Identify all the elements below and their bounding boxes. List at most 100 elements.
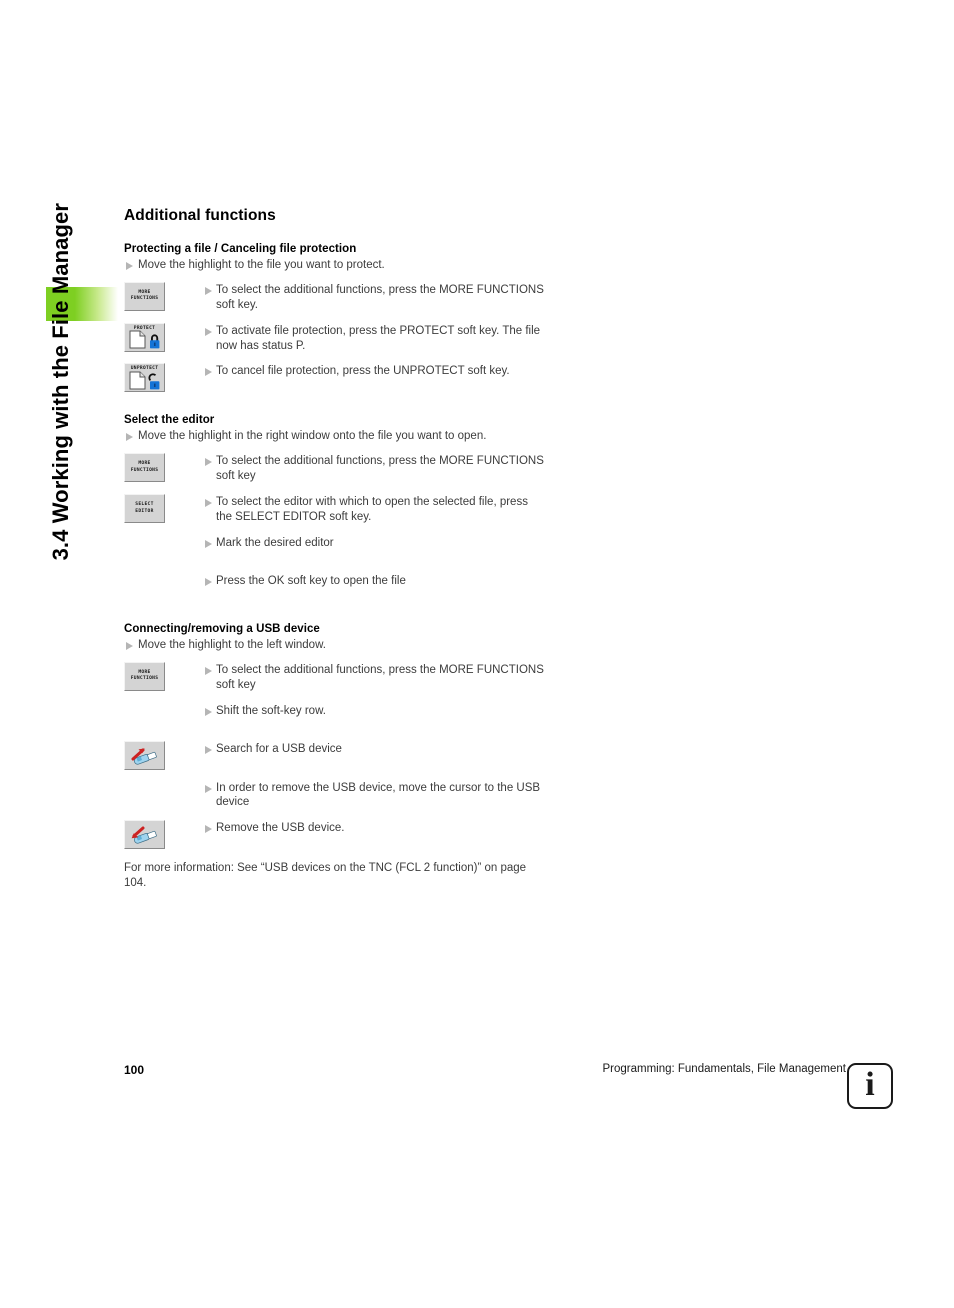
bullet-triangle-icon — [205, 458, 212, 467]
footer-caption: Programming: Fundamentals, File Manageme… — [602, 1063, 846, 1075]
softkey-description: To select the additional functions, pres… — [205, 660, 544, 693]
lead-bullet-text: Move the highlight to the file you want … — [138, 259, 385, 271]
info-glyph: i — [865, 1066, 875, 1103]
step-row: Mark the desired editor — [124, 533, 544, 563]
chapter-title: 3.4 Working with the File Manager — [48, 202, 73, 560]
softkey-cell: PROTECT — [124, 321, 205, 352]
section-protecting-a-file: Protecting a file / Canceling file prote… — [124, 243, 544, 393]
bullet-triangle-icon — [205, 327, 212, 336]
softkey-more-functions[interactable]: MORE FUNCTIONS — [124, 453, 165, 483]
softkey-label: SELECT EDITOR — [135, 501, 154, 514]
bullet-triangle-icon — [126, 262, 133, 270]
softkey-description-text: Remove the USB device. — [216, 822, 345, 835]
softkey-row: MORE FUNCTIONS To select the additional … — [124, 280, 544, 313]
step-row: Shift the soft-key row. — [124, 701, 544, 731]
softkey-description-text: To activate file protection, press the P… — [216, 324, 541, 352]
softkey-cell: MORE FUNCTIONS — [124, 280, 205, 311]
softkey-cell-empty — [124, 571, 205, 573]
softkey-usb-connect[interactable] — [124, 740, 165, 770]
softkey-cell-empty — [124, 778, 205, 780]
softkey-label: MORE FUNCTIONS — [130, 461, 159, 473]
softkey-description: To cancel file protection, press the UNP… — [205, 361, 544, 379]
subsection-heading: Select the editor — [124, 414, 215, 427]
softkey-description: To select the additional functions, pres… — [205, 451, 544, 484]
page-number: 100 — [124, 1063, 145, 1077]
softkey-protect[interactable]: PROTECT — [124, 322, 165, 352]
bullet-triangle-icon — [205, 825, 212, 834]
step-description: Shift the soft-key row. — [205, 701, 544, 719]
lead-bullet: Move the highlight in the right window o… — [124, 429, 544, 444]
usb-connect-icon — [125, 745, 164, 765]
lead-bullet-text: Move the highlight to the left window. — [138, 638, 326, 651]
lead-bullet: Move the highlight to the file you want … — [124, 258, 544, 273]
softkey-row: MORE FUNCTIONS To select the additional … — [124, 451, 544, 484]
softkey-description: To activate file protection, press the P… — [205, 321, 544, 354]
softkey-description-text: Search for a USB device — [216, 742, 342, 755]
bullet-triangle-icon — [205, 499, 212, 508]
softkey-label: MORE FUNCTIONS — [130, 289, 159, 302]
bullet-triangle-icon — [205, 745, 212, 754]
softkey-row: Remove the USB device. — [124, 818, 544, 850]
softkey-more-functions[interactable]: MORE FUNCTIONS — [124, 661, 165, 691]
softkey-row: PROTECT To activate file protection, pre… — [124, 321, 544, 354]
section-select-the-editor: Select the editor Move the highlight in … — [124, 414, 544, 600]
step-row: Press the OK soft key to open the file — [124, 571, 544, 601]
step-row: In order to remove the USB device, move … — [124, 778, 544, 811]
softkey-cell: SELECT EDITOR — [124, 492, 205, 524]
bullet-triangle-icon — [126, 433, 133, 442]
softkey-row: MORE FUNCTIONS To select the additional … — [124, 660, 544, 693]
softkey-more-functions[interactable]: MORE FUNCTIONS — [124, 281, 165, 311]
step-description: Mark the desired editor — [205, 533, 544, 551]
softkey-cell: UNPROTECT — [124, 361, 205, 393]
cross-reference-note: For more information: See “USB devices o… — [124, 862, 527, 890]
softkey-description-text: To select the additional functions, pres… — [216, 663, 544, 691]
softkey-cell: MORE FUNCTIONS — [124, 660, 205, 691]
softkey-description-text: To select the additional functions, pres… — [216, 283, 544, 311]
bullet-triangle-icon — [205, 666, 212, 675]
softkey-unprotect[interactable]: UNPROTECT — [124, 363, 165, 393]
softkey-label: MORE FUNCTIONS — [130, 669, 159, 682]
document-unlocked-icon — [125, 370, 164, 390]
subsection-heading: Protecting a file / Canceling file prote… — [124, 243, 357, 255]
softkey-cell: MORE FUNCTIONS — [124, 451, 205, 483]
softkey-usb-remove[interactable] — [124, 820, 165, 850]
softkey-cell-empty — [124, 533, 205, 535]
softkey-description: Remove the USB device. — [205, 818, 544, 836]
lead-bullet-text: Move the highlight in the right window o… — [138, 430, 487, 443]
step-description-text: Mark the desired editor — [216, 536, 334, 549]
step-description: In order to remove the USB device, move … — [205, 778, 544, 811]
page-title: Additional functions — [124, 207, 276, 224]
softkey-cell-empty — [124, 701, 205, 703]
lead-bullet: Move the highlight to the left window. — [124, 638, 544, 653]
bullet-triangle-icon — [205, 577, 212, 586]
softkey-row: SELECT EDITOR To select the editor with … — [124, 492, 544, 525]
step-description-text: In order to remove the USB device, move … — [216, 781, 541, 809]
softkey-description-text: To select the editor with which to open … — [216, 496, 528, 523]
bullet-triangle-icon — [205, 707, 212, 716]
softkey-description: To select the additional functions, pres… — [205, 280, 544, 313]
usb-remove-icon — [125, 824, 164, 844]
softkey-description-text: To select the additional functions, pres… — [216, 455, 544, 483]
step-description: Press the OK soft key to open the file — [205, 571, 544, 589]
softkey-row: Search for a USB device — [124, 739, 544, 770]
softkey-description-text: To cancel file protection, press the UNP… — [216, 365, 510, 378]
softkey-row: UNPROTECT To cancel file protection, pre… — [124, 361, 544, 393]
step-description-text: Shift the soft-key row. — [216, 704, 326, 717]
softkey-cell — [124, 818, 205, 850]
bullet-triangle-icon — [205, 539, 212, 548]
info-icon: i — [847, 1063, 893, 1109]
softkey-description: To select the editor with which to open … — [205, 492, 544, 525]
page-footer: 100 Programming: Fundamentals, File Mana… — [0, 1056, 954, 1120]
bullet-triangle-icon — [205, 286, 212, 295]
chapter-sidebar: 3.4 Working with the File Manager — [0, 0, 73, 560]
document-locked-icon — [125, 330, 164, 350]
page-content: Additional functions Protecting a file /… — [124, 207, 544, 891]
bullet-triangle-icon — [205, 368, 212, 377]
softkey-cell — [124, 739, 205, 770]
softkey-select-editor[interactable]: SELECT EDITOR — [124, 494, 165, 524]
softkey-description: Search for a USB device — [205, 739, 544, 757]
step-description-text: Press the OK soft key to open the file — [216, 574, 406, 587]
subsection-heading: Connecting/removing a USB device — [124, 622, 320, 635]
bullet-triangle-icon — [205, 784, 212, 793]
bullet-triangle-icon — [126, 641, 133, 650]
